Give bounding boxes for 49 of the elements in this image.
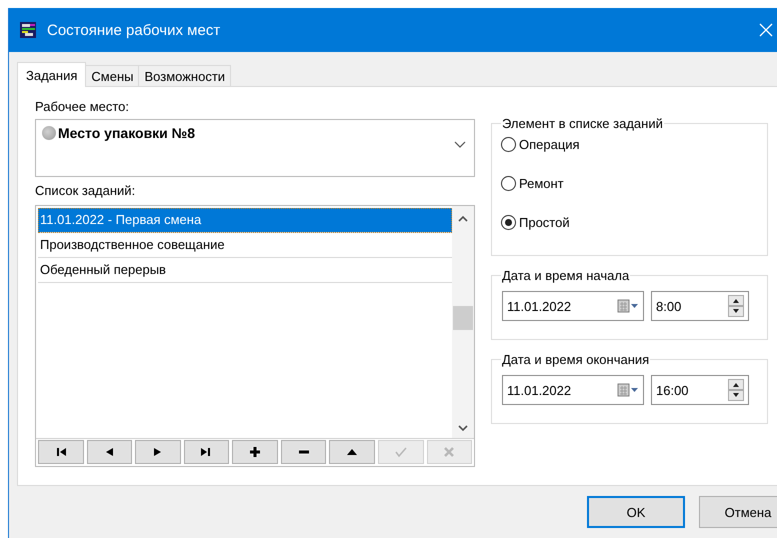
radio-option[interactable]: Простой (501, 215, 757, 230)
spin-arrows-icon[interactable] (728, 379, 744, 401)
scroll-up-icon[interactable] (458, 215, 468, 222)
dialog-button[interactable]: OK (587, 496, 685, 528)
radio-label: Простой (519, 215, 570, 230)
radio-label: Операция (519, 137, 580, 152)
window-title: Состояние рабочих мест (47, 22, 222, 38)
calendar-dropdown-icon[interactable] (617, 299, 639, 313)
tab[interactable]: Задания (17, 62, 86, 87)
workplace-dropdown[interactable]: Место упаковки №8 (35, 119, 475, 177)
checkmark-icon (394, 445, 408, 459)
calendar-dropdown-icon[interactable] (617, 383, 639, 397)
time-spinner[interactable]: 16:00 (651, 375, 749, 405)
time-spinner[interactable]: 8:00 (651, 291, 749, 321)
scroll-down-icon[interactable] (458, 425, 468, 432)
navigator-button[interactable] (184, 440, 230, 464)
date-picker[interactable]: 11.01.2022 (502, 291, 644, 321)
navigator-button[interactable] (135, 440, 181, 464)
group-title: Дата и время начала (501, 268, 630, 283)
field-label: Рабочее место: (35, 99, 130, 115)
chevron-down-icon (454, 141, 466, 149)
group-title: Дата и время окончания (501, 352, 650, 367)
navigator-button[interactable] (232, 440, 278, 464)
scrollbar[interactable] (452, 206, 474, 438)
radio-label: Ремонт (519, 176, 564, 191)
close-icon[interactable] (759, 23, 773, 37)
navigator-button[interactable] (38, 440, 84, 464)
group-title: Элемент в списке заданий (501, 116, 664, 131)
tab[interactable]: Возможности (138, 65, 232, 86)
scroll-thumb[interactable] (453, 306, 473, 330)
spin-arrows-icon[interactable] (728, 295, 744, 317)
radio-option[interactable]: Ремонт (501, 176, 757, 191)
status-dot-icon (42, 126, 56, 140)
radio-button[interactable] (501, 176, 516, 191)
navigator-button[interactable] (329, 440, 375, 464)
app-icon (19, 21, 37, 39)
navigator-button[interactable] (86, 440, 132, 464)
radio-option[interactable]: Операция (501, 137, 757, 152)
field-label: Список заданий: (35, 183, 136, 199)
date-picker[interactable]: 11.01.2022 (502, 375, 644, 405)
cross-icon (442, 445, 456, 459)
list-item[interactable]: Обеденный перерыв (38, 258, 452, 283)
navigator-button[interactable] (280, 440, 326, 464)
radio-button[interactable] (501, 137, 516, 152)
list-item[interactable]: Производственное совещание (38, 233, 452, 258)
list-item[interactable]: 11.01.2022 - Первая смена (38, 208, 452, 233)
radio-button[interactable] (501, 215, 516, 230)
dialog-button[interactable]: Отмена (699, 496, 777, 528)
plus-icon (248, 445, 262, 459)
